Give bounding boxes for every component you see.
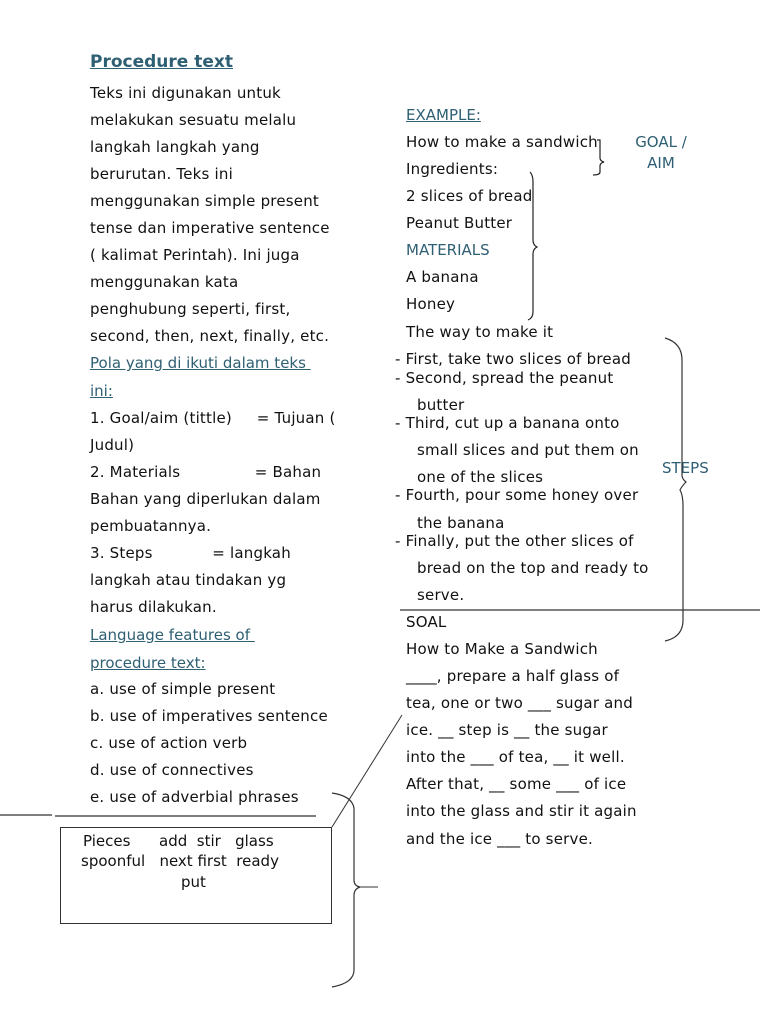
intro-line: berurutan. Teks ini	[90, 165, 233, 183]
word-bank-line: spoonful next first ready	[81, 852, 279, 870]
pattern-line: Judul)	[90, 436, 135, 454]
material-item: A banana	[406, 268, 479, 286]
pattern-heading-cont: ini:	[90, 382, 113, 400]
soal-line: ice. __ step is __ the sugar	[406, 721, 608, 739]
pattern-line: Bahan yang diperlukan dalam	[90, 490, 321, 508]
steps-brace	[664, 337, 687, 642]
intro-line: tense dan imperative sentence	[90, 219, 330, 237]
step-item: - First, take two slices of bread	[395, 350, 631, 368]
step-item-cont: serve.	[417, 586, 465, 604]
soal-title: How to Make a Sandwich	[406, 640, 598, 658]
way-label: The way to make it	[406, 323, 554, 341]
soal-label: SOAL	[406, 613, 447, 631]
intro-line: second, then, next, finally, etc.	[90, 327, 330, 345]
ingredients-label: Ingredients:	[406, 160, 499, 178]
goal-aim-line: AIM	[647, 154, 675, 172]
step-item: - Fourth, pour some honey over	[395, 486, 639, 504]
step-item-cont: butter	[417, 396, 465, 414]
intro-line: ( kalimat Perintah). Ini juga	[90, 246, 300, 264]
word-bank-line: put	[181, 873, 206, 891]
pattern-line: 2. Materials = Bahan	[90, 463, 322, 481]
intro-line: penghubung seperti, first,	[90, 300, 291, 318]
feature-item: a. use of simple present	[90, 680, 276, 698]
feature-item: e. use of adverbial phrases	[90, 788, 299, 806]
materials-label: MATERIALS	[406, 241, 490, 259]
intro-line: menggunakan kata	[90, 273, 239, 291]
pattern-line: pembuatannya.	[90, 517, 212, 535]
soal-line: and the ice ___ to serve.	[406, 830, 593, 848]
example-heading: EXAMPLE:	[406, 106, 481, 124]
intro-line: menggunakan simple present	[90, 192, 319, 210]
soal-line: ____, prepare a half glass of	[406, 667, 620, 685]
step-item: - Second, spread the peanut	[395, 369, 614, 387]
soal-line: After that, __ some ___ of ice	[406, 775, 627, 793]
goal-aim-line: GOAL /	[635, 133, 687, 151]
step-item-cont: the banana	[417, 514, 505, 532]
step-item: - Finally, put the other slices of	[395, 532, 634, 550]
material-item: Honey	[406, 295, 456, 313]
ingredient-item: 2 slices of bread	[406, 187, 533, 205]
features-heading: Language features of	[90, 626, 255, 644]
page-title: Procedure text	[90, 52, 233, 72]
word-bank-box: Pieces add stir glass spoonful next firs…	[60, 827, 332, 924]
step-item-cont: one of the slices	[417, 468, 544, 486]
features-heading-cont: procedure text:	[90, 654, 206, 672]
pattern-line: 1. Goal/aim (tittle) = Tujuan (	[90, 409, 336, 427]
step-item-cont: small slices and put them on	[417, 441, 639, 459]
word-bank-line: Pieces add stir glass	[83, 832, 274, 850]
feature-item: d. use of connectives	[90, 761, 254, 779]
intro-line: langkah langkah yang	[90, 138, 260, 156]
intro-line: melakukan sesuatu melalu	[90, 111, 297, 129]
pattern-line: langkah atau tindakan yg	[90, 571, 287, 589]
feature-item: c. use of action verb	[90, 734, 248, 752]
step-item: - Third, cut up a banana onto	[395, 414, 620, 432]
word-box-brace	[331, 792, 361, 988]
pattern-line: harus dilakukan.	[90, 598, 217, 616]
ingredient-item: Peanut Butter	[406, 214, 513, 232]
step-item-cont: bread on the top and ready to	[417, 559, 649, 577]
intro-line: Teks ini digunakan untuk	[90, 84, 281, 102]
pattern-heading: Pola yang di ikuti dalam teks	[90, 354, 311, 372]
goal-aim-annotation: GOAL / AIM	[626, 132, 696, 174]
pattern-line: 3. Steps = langkah	[90, 544, 291, 562]
connector-line	[331, 714, 403, 828]
soal-line: into the glass and stir it again	[406, 802, 637, 820]
goal-title: How to make a sandwich	[406, 133, 598, 151]
soal-line: into the ___ of tea, __ it well.	[406, 748, 625, 766]
soal-line: tea, one or two ___ sugar and	[406, 694, 633, 712]
feature-item: b. use of imperatives sentence	[90, 707, 328, 725]
steps-annotation: STEPS	[662, 459, 709, 477]
